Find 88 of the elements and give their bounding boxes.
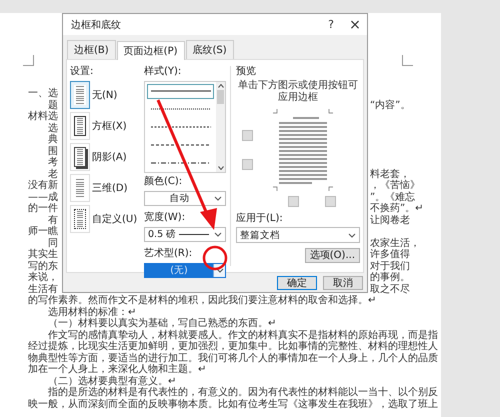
text-fragment: 材料选 (28, 111, 58, 122)
paragraph-line: 物典型性等方面，要适当的进行加工。我们可将几个人的事情加在一个人身上，几个人的品质 (28, 352, 438, 364)
paragraph-line: 映一般，从而深刻而全面的反映事物本质。比如有位考生写《这事发生在我班》，选取了班上 (28, 398, 438, 410)
tab[interactable]: 边框(B) (67, 40, 116, 59)
tab[interactable]: 底纹(S) (186, 40, 234, 59)
paragraph-line: 选用材料的标准：↵ (48, 306, 136, 318)
text-fragment: 农家生活， (370, 238, 420, 248)
option-label[interactable]: 无(N) (92, 88, 118, 102)
option-label[interactable]: 三维(D) (92, 181, 128, 195)
text-fragment: 让阅卷老 (370, 214, 410, 226)
line-style-sample (150, 124, 210, 129)
paragraph-line: （一）材料要以真实为基础，写自己熟悉的东西。↵ (48, 318, 276, 329)
paragraph-line: 经过提炼，比现实生活更加鲜明，更加强烈，更加集中。比如事情的完整性、材料的理想性人 (28, 341, 438, 352)
corner-mark (402, 55, 413, 66)
chevron-down-icon (214, 196, 222, 201)
scrollbar[interactable] (216, 82, 225, 172)
circle-annotation (202, 246, 228, 270)
line-style-sample (150, 142, 210, 147)
preview-label: 预览 (236, 66, 257, 78)
art-label: 艺术型(R): (144, 248, 194, 260)
apply-to-label: 应用于(L): (236, 213, 284, 225)
help-button[interactable]: ? (319, 18, 343, 31)
paragraph-line: 加在一个人身上，来深化人物和主题。↵ (28, 364, 206, 375)
width-dropdown[interactable]: 0.5 磅 (144, 227, 226, 242)
text-fragment: 不换药”。↵ (370, 203, 424, 214)
style-list[interactable] (144, 81, 226, 173)
paragraph-line: 指的是所选的材料是有代表性的，有意义的。因为有代表性的材料能以一当十、以个别反 (48, 387, 438, 398)
preview-hint: 单击下方图示或使用按钮可应用边框 (238, 80, 358, 104)
text-fragment: 考 (48, 157, 58, 168)
line-style-sample (150, 160, 210, 165)
text-fragment: 典 (48, 134, 58, 145)
tab[interactable]: 页面边框(P) (116, 41, 185, 60)
border-toggle-icon[interactable] (242, 130, 253, 141)
text-fragment: 料老套， (370, 168, 410, 180)
text-fragment: “内容”。 (370, 100, 410, 110)
window-title: 边框和底纹 (71, 18, 122, 32)
text-fragment: 有 (48, 214, 58, 226)
border-toggle-icon[interactable] (325, 196, 336, 207)
text-fragment: 的一件 (28, 203, 58, 214)
options-button[interactable]: 选项(O)... (304, 248, 360, 263)
text-fragment: ”。《难忘 (370, 192, 416, 202)
cancel-button[interactable]: 取消 (323, 276, 363, 290)
corner-mark (23, 55, 34, 66)
option-label[interactable]: 阴影(A) (92, 150, 127, 164)
width-label: 宽度(W): (144, 212, 186, 224)
text-fragment: 题 (48, 100, 58, 110)
setting-label: 设置: (70, 66, 94, 78)
text-fragment: 写的东 (28, 260, 58, 272)
text-fragment: ，《苦恼》 (370, 180, 420, 191)
border-toggle-icon[interactable] (242, 159, 253, 170)
text-fragment: 的事例。 (370, 272, 410, 283)
paragraph-line: 的写作素养。然而作文不是材料的堆积，因此我们要注意材料的取舍和选择。↵ (28, 295, 376, 306)
text-fragment: 一、选 (28, 88, 58, 99)
chevron-down-icon (216, 268, 224, 273)
line-style-sample (150, 107, 210, 112)
chevron-down-icon (348, 232, 356, 238)
text-fragment: 来说， (28, 272, 58, 283)
text-fragment: 对于我们 (370, 260, 410, 272)
color-dropdown[interactable]: 自动 (144, 191, 226, 206)
apply-to-dropdown[interactable]: 整篇文档 (236, 227, 360, 243)
text-fragment: 围 (48, 146, 58, 156)
color-label: 颜色(C): (144, 176, 184, 188)
line-style-sample (150, 89, 210, 94)
chevron-down-icon[interactable] (218, 166, 224, 170)
line-style-option[interactable] (147, 84, 214, 99)
line-sample (179, 233, 211, 236)
style-label: 样式(Y): (144, 66, 182, 78)
art-dropdown[interactable]: (无) (144, 263, 226, 278)
close-button[interactable]: × (343, 16, 367, 32)
paragraph-line: 作文写的感情真挚动人，材料就要感人。作文的材料真实不是指材料的原始再现，而是指 (48, 330, 438, 340)
text-fragment: 同 (48, 238, 58, 248)
paragraph-line: （二）选材要典型有意义。↵ (48, 376, 176, 386)
option-label[interactable]: 方框(X) (92, 119, 127, 133)
text-fragment: 老 (48, 168, 58, 180)
text-fragment: 许多值得 (370, 249, 410, 260)
chevron-up-icon[interactable] (218, 84, 224, 88)
border-toggle-icon[interactable] (288, 196, 299, 207)
text-fragment: 选 (48, 122, 58, 134)
text-fragment: 取之不尽 (370, 284, 410, 294)
option-label[interactable]: 自定义(U) (92, 212, 138, 226)
chevron-down-icon (214, 232, 222, 237)
ok-button[interactable]: 确定 (277, 276, 317, 290)
scrollbar-thumb[interactable] (217, 90, 224, 104)
text-fragment: ——成 (28, 192, 58, 202)
text-fragment: 其实生 (28, 249, 58, 260)
text-fragment: 师一瞧 (28, 226, 58, 237)
text-fragment: 生活有 (28, 284, 58, 294)
text-fragment: 没有新 (28, 180, 58, 191)
